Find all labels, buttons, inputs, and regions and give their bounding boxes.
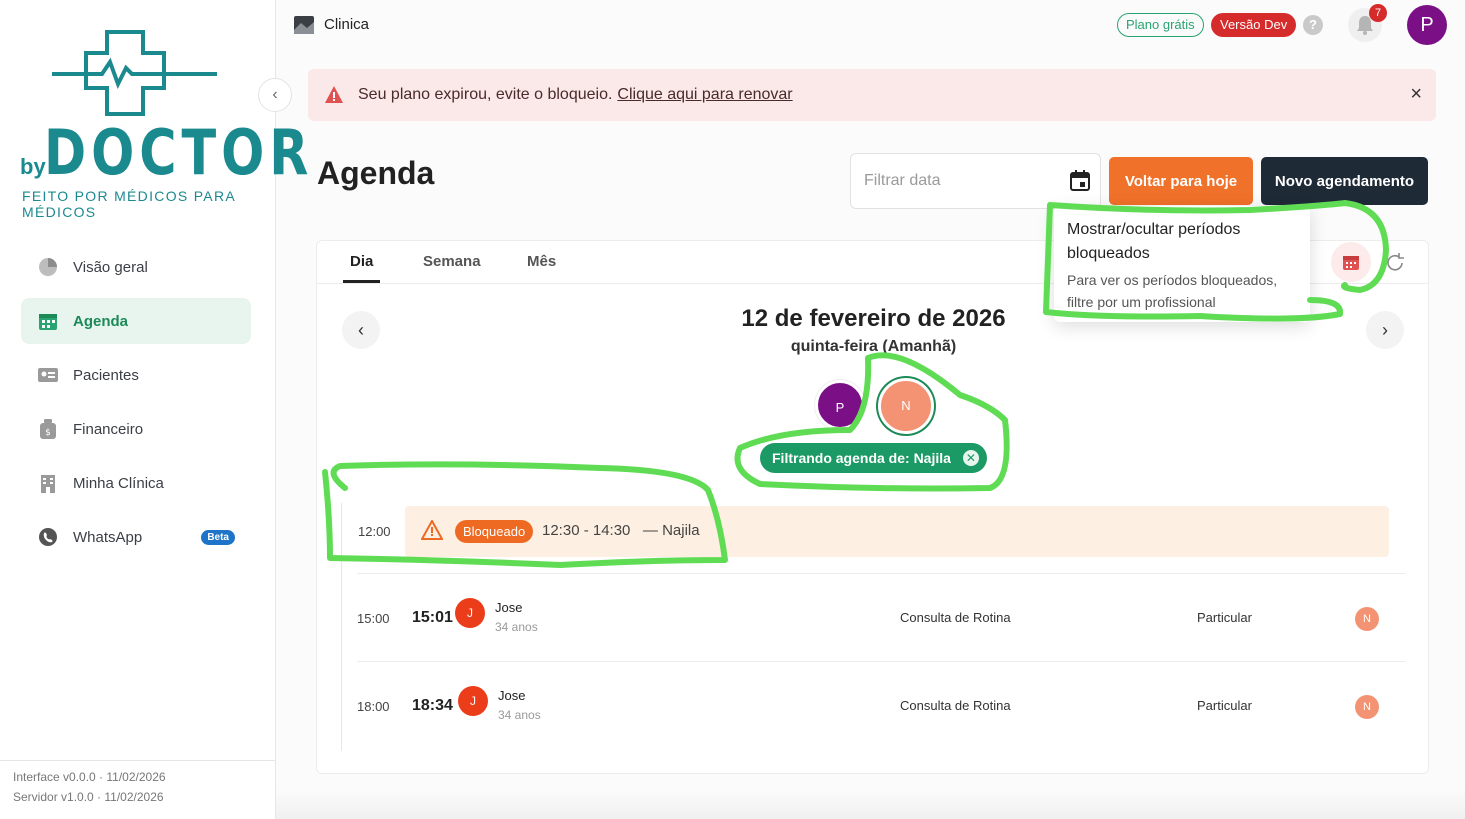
- bydoctor-logo[interactable]: by DOCTOR FEITO POR MÉDICOS PARA MÉDICOS: [18, 28, 308, 220]
- clinic-image-icon: [294, 16, 314, 34]
- appointment-row[interactable]: 15:00 15:01 J Jose 34 anos Consulta de R…: [357, 573, 1405, 661]
- whatsapp-icon: [39, 528, 57, 546]
- professional-avatar-n[interactable]: N: [878, 378, 934, 434]
- appointment-time: 18:34: [412, 697, 453, 714]
- beta-badge: Beta: [201, 529, 235, 545]
- svg-text:$: $: [45, 428, 51, 438]
- date-filter-input[interactable]: [864, 172, 1054, 190]
- patient-age: 34 anos: [498, 708, 541, 722]
- pie-chart-icon: [39, 258, 57, 276]
- professional-avatar: N: [1355, 695, 1379, 719]
- interface-version: Interface v0.0.0 · 11/02/2026: [13, 770, 166, 784]
- sidebar-item-label: Visão geral: [73, 258, 148, 276]
- appointment-type: Consulta de Rotina: [900, 698, 1011, 713]
- sidebar-item-minha-clinica[interactable]: Minha Clínica: [21, 460, 251, 506]
- sidebar-item-label: Agenda: [73, 312, 129, 330]
- patient-avatar: J: [455, 598, 485, 628]
- renew-link[interactable]: Clique aqui para renovar: [617, 86, 792, 104]
- clinic-name[interactable]: Clinica: [324, 16, 369, 33]
- page-footer-shadow: [276, 790, 1465, 819]
- toggle-blocked-periods-button[interactable]: [1331, 242, 1371, 282]
- warning-icon: [325, 86, 343, 103]
- tooltip-title: Mostrar/ocultar períodos bloqueados: [1067, 221, 1241, 262]
- user-avatar[interactable]: P: [1407, 5, 1447, 45]
- sidebar-item-label: Financeiro: [73, 420, 144, 438]
- slot-time: 12:00: [358, 524, 391, 539]
- medical-cross-logo-icon: [52, 30, 217, 116]
- patient-avatar: J: [458, 686, 488, 716]
- professional-avatar-p[interactable]: P: [815, 380, 865, 430]
- money-bag-icon: $: [40, 419, 56, 439]
- date-filter-field[interactable]: [850, 153, 1101, 209]
- tooltip-body: Para ver os períodos bloqueados, filtre …: [1067, 272, 1278, 310]
- slot-time: 15:00: [357, 611, 390, 626]
- professional-avatar: N: [1355, 607, 1379, 631]
- filter-chip: Filtrando agenda de: Najila ✕: [760, 443, 987, 473]
- blocked-period[interactable]: Bloqueado 12:30 - 14:30 — Najila: [405, 506, 1389, 557]
- close-icon[interactable]: ×: [1410, 83, 1422, 106]
- sidebar-item-pacientes[interactable]: Pacientes: [21, 352, 251, 398]
- blocked-periods-tooltip: Mostrar/ocultar períodos bloqueados Para…: [1054, 206, 1310, 322]
- calendar-icon: [1343, 256, 1359, 270]
- timeline-line: [341, 503, 342, 751]
- help-icon[interactable]: ?: [1303, 15, 1323, 35]
- notification-count: 7: [1369, 4, 1387, 22]
- sidebar-item-whatsapp[interactable]: WhatsApp Beta: [21, 514, 251, 560]
- server-version: Servidor v1.0.0 · 11/02/2026: [13, 790, 164, 804]
- sidebar-item-label: Minha Clínica: [73, 474, 164, 492]
- logo-tagline: FEITO POR MÉDICOS PARA MÉDICOS: [22, 188, 236, 220]
- blocked-badge: Bloqueado: [455, 520, 534, 543]
- warning-icon: [421, 520, 443, 540]
- sidebar: by DOCTOR FEITO POR MÉDICOS PARA MÉDICOS…: [0, 0, 308, 819]
- page-title: Agenda: [317, 155, 435, 191]
- selected-weekday: quinta-feira (Amanhã): [790, 338, 957, 355]
- logo-by: by: [20, 154, 46, 179]
- refresh-icon[interactable]: [1383, 251, 1407, 275]
- patient-age: 34 anos: [495, 620, 538, 634]
- payment-type: Particular: [1197, 610, 1252, 625]
- new-appointment-button[interactable]: Novo agendamento: [1261, 157, 1428, 205]
- patient-name[interactable]: Jose: [495, 600, 522, 615]
- clear-filter-icon[interactable]: ✕: [962, 450, 979, 466]
- alert-message: Seu plano expirou, evite o bloqueio.: [358, 86, 613, 103]
- back-to-today-button[interactable]: Voltar para hoje: [1109, 157, 1253, 205]
- sidebar-item-label: Pacientes: [73, 366, 139, 384]
- active-tab-indicator: [343, 280, 380, 283]
- appointment-row[interactable]: 18:00 18:34 J Jose 34 anos Consulta de R…: [357, 661, 1405, 749]
- slot-time: 18:00: [357, 699, 390, 714]
- appointment-time: 15:01: [412, 609, 453, 626]
- calendar-icon: [39, 314, 57, 330]
- sidebar-item-agenda[interactable]: Agenda: [21, 298, 251, 344]
- dev-version-badge: Versão Dev: [1211, 13, 1297, 37]
- sidebar-item-visao-geral[interactable]: Visão geral: [21, 244, 251, 290]
- appointment-type: Consulta de Rotina: [900, 610, 1011, 625]
- sidebar-item-label: WhatsApp: [73, 528, 143, 546]
- patient-name[interactable]: Jose: [498, 688, 525, 703]
- plan-expired-alert: Seu plano expirou, evite o bloqueio. Cli…: [308, 69, 1436, 121]
- plan-badge[interactable]: Plano grátis: [1117, 13, 1204, 37]
- blocked-range: 12:30 - 14:30 — Najila: [542, 522, 700, 539]
- version-info: Interface v0.0.0 · 11/02/2026 Servidor v…: [0, 760, 276, 813]
- filter-chip-label: Filtrando agenda de: Najila: [772, 450, 951, 466]
- tab-mes[interactable]: Mês: [527, 253, 556, 270]
- sidebar-nav: Visão geral Agenda Pacientes $ Financeir…: [21, 244, 251, 568]
- calendar-icon[interactable]: [1069, 170, 1091, 192]
- topbar: Clinica Plano grátis Versão Dev ? 7 P: [276, 0, 1465, 50]
- collapse-sidebar-button[interactable]: ‹: [258, 78, 292, 112]
- id-card-icon: [38, 368, 58, 382]
- logo-doctor: DOCTOR: [44, 116, 314, 189]
- chevron-left-icon: ‹: [272, 86, 278, 103]
- building-icon: [41, 475, 55, 493]
- tab-dia[interactable]: Dia: [350, 253, 373, 270]
- sidebar-item-financeiro[interactable]: $ Financeiro: [21, 406, 251, 452]
- tab-semana[interactable]: Semana: [423, 253, 481, 270]
- payment-type: Particular: [1197, 698, 1252, 713]
